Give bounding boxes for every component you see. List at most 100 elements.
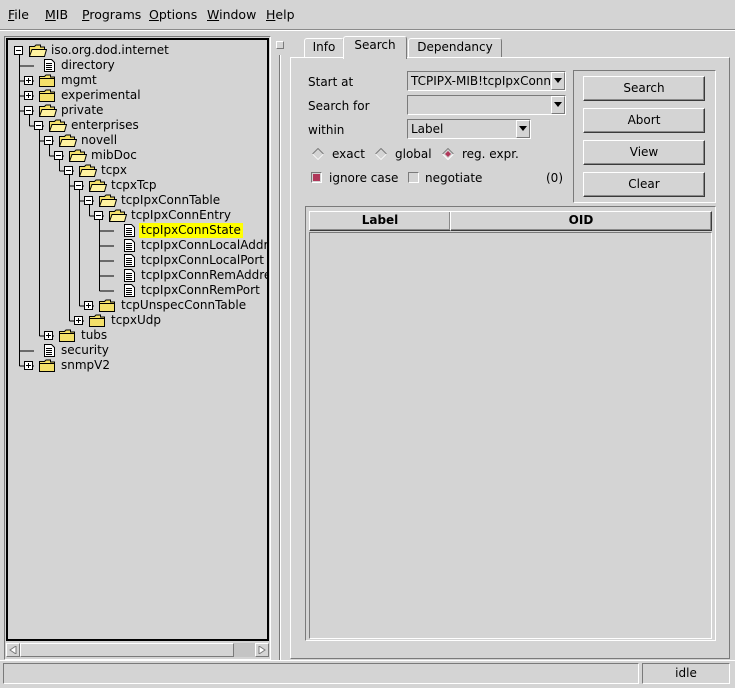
expand-plus-icon[interactable] bbox=[24, 76, 33, 85]
folder-icon bbox=[99, 299, 117, 312]
column-header-oid[interactable]: OID bbox=[450, 211, 712, 231]
tree-node-label[interactable]: experimental bbox=[59, 88, 143, 103]
tree-node-label[interactable]: tcpxUdp bbox=[109, 313, 163, 328]
tree-node-label[interactable]: tubs bbox=[79, 328, 109, 343]
collapse-minus-icon[interactable] bbox=[94, 211, 103, 220]
tree-node-label[interactable]: tcpx bbox=[99, 163, 129, 178]
splitter-divider[interactable] bbox=[279, 55, 281, 660]
collapse-minus-icon[interactable] bbox=[74, 181, 83, 190]
tree-node-label[interactable]: tcpIpxConnLocalPort bbox=[139, 253, 266, 268]
menu-bar: File MIB Programs Options Window Help bbox=[0, 0, 735, 30]
radio-global-icon[interactable] bbox=[375, 148, 387, 160]
clear-button[interactable]: Clear bbox=[583, 172, 705, 197]
menu-options[interactable]: Options bbox=[149, 7, 197, 22]
menu-programs[interactable]: Programs bbox=[82, 7, 141, 22]
document-icon bbox=[44, 59, 55, 72]
tree-node-label[interactable]: novell bbox=[79, 133, 119, 148]
document-icon bbox=[124, 254, 135, 267]
expand-plus-icon[interactable] bbox=[74, 316, 83, 325]
expand-plus-icon[interactable] bbox=[24, 361, 33, 370]
folder-open-icon bbox=[38, 104, 58, 117]
ignore-case-checkbox[interactable] bbox=[311, 172, 322, 183]
tree-node-label[interactable]: tcpIpxConnRemPort bbox=[139, 283, 262, 298]
tab-dependancy[interactable]: Dependancy bbox=[408, 38, 502, 58]
scroll-left-arrow-icon[interactable] bbox=[6, 643, 20, 657]
negotiate-checkbox[interactable] bbox=[408, 172, 419, 183]
radio-regexp-label[interactable]: reg. expr. bbox=[462, 147, 519, 161]
menu-help[interactable]: Help bbox=[266, 7, 295, 22]
tree-node-label[interactable]: tcpIpxConnState bbox=[139, 223, 243, 238]
expand-plus-icon[interactable] bbox=[84, 301, 93, 310]
status-message-area bbox=[3, 663, 639, 684]
tree-node-label[interactable]: tcpUnspecConnTable bbox=[119, 298, 248, 313]
mib-tree-view[interactable]: iso.org.dod.internet directory mgmt expe… bbox=[6, 38, 269, 641]
collapse-minus-icon[interactable] bbox=[14, 46, 23, 55]
tree-node-label[interactable]: tcpxTcp bbox=[109, 178, 159, 193]
menu-mib[interactable]: MIB bbox=[45, 7, 68, 22]
mib-tree-panel: iso.org.dod.internet directory mgmt expe… bbox=[4, 36, 271, 660]
tree-node-label[interactable]: enterprises bbox=[69, 118, 141, 133]
folder-open-icon bbox=[28, 44, 48, 57]
document-icon bbox=[124, 239, 135, 252]
ignore-case-label[interactable]: ignore case bbox=[329, 171, 398, 185]
tree-node-label[interactable]: directory bbox=[59, 58, 117, 73]
tree-node-label[interactable]: snmpV2 bbox=[59, 358, 112, 373]
view-button[interactable]: View bbox=[583, 140, 705, 165]
column-header-label[interactable]: Label bbox=[309, 211, 451, 231]
negotiate-label[interactable]: negotiate bbox=[425, 171, 482, 185]
collapse-minus-icon[interactable] bbox=[34, 121, 43, 130]
collapse-minus-icon[interactable] bbox=[44, 136, 53, 145]
dropdown-arrow-icon[interactable] bbox=[516, 120, 530, 138]
tree-node-label[interactable]: private bbox=[59, 103, 105, 118]
horizontal-scrollbar[interactable] bbox=[6, 643, 269, 657]
tree-node-label[interactable]: tcpIpxConnRemAddre bbox=[139, 268, 267, 283]
folder-open-icon bbox=[98, 194, 118, 207]
collapse-minus-icon[interactable] bbox=[54, 151, 63, 160]
tree-node-label[interactable]: security bbox=[59, 343, 111, 358]
expand-plus-icon[interactable] bbox=[44, 331, 53, 340]
tree-node-label[interactable]: tcpIpxConnEntry bbox=[129, 208, 233, 223]
collapse-minus-icon[interactable] bbox=[84, 196, 93, 205]
menu-window[interactable]: Window bbox=[207, 7, 256, 22]
search-button[interactable]: Search bbox=[583, 76, 705, 101]
folder-open-icon bbox=[88, 179, 108, 192]
abort-button[interactable]: Abort bbox=[583, 108, 705, 133]
expand-plus-icon[interactable] bbox=[24, 91, 33, 100]
dropdown-arrow-icon[interactable] bbox=[551, 72, 565, 90]
tree-node-label[interactable]: tcpIpxConnTable bbox=[119, 193, 222, 208]
tree-node-label[interactable]: tcpIpxConnLocalAddre bbox=[139, 238, 267, 253]
folder-open-icon bbox=[68, 149, 88, 162]
within-label: within bbox=[308, 123, 345, 137]
tab-search[interactable]: Search bbox=[343, 36, 407, 59]
folder-open-icon bbox=[48, 119, 68, 132]
search-for-combo[interactable] bbox=[407, 95, 566, 115]
status-bar: idle bbox=[0, 660, 735, 688]
document-icon bbox=[44, 344, 55, 357]
within-value: Label bbox=[411, 122, 444, 136]
tab-info[interactable]: Info bbox=[304, 38, 344, 58]
results-list[interactable] bbox=[309, 232, 712, 639]
folder-icon bbox=[89, 314, 107, 327]
radio-exact-icon[interactable] bbox=[312, 148, 324, 160]
radio-global-label[interactable]: global bbox=[395, 147, 432, 161]
tree-node-label[interactable]: mibDoc bbox=[89, 148, 139, 163]
splitter-handle[interactable] bbox=[276, 41, 284, 49]
start-at-label: Start at bbox=[308, 75, 354, 89]
document-icon bbox=[124, 269, 135, 282]
menu-file[interactable]: File bbox=[8, 7, 29, 22]
radio-regexp-icon[interactable] bbox=[442, 148, 454, 160]
within-select[interactable]: Label bbox=[407, 119, 531, 139]
start-at-combo[interactable]: TCPIPX-MIB!tcpIpxConn bbox=[407, 71, 566, 91]
status-text: idle bbox=[642, 663, 730, 684]
radio-exact-label[interactable]: exact bbox=[332, 147, 365, 161]
tree-node-label[interactable]: mgmt bbox=[59, 73, 99, 88]
tree-node-label[interactable]: iso.org.dod.internet bbox=[49, 43, 171, 58]
folder-icon bbox=[39, 359, 57, 372]
collapse-minus-icon[interactable] bbox=[64, 166, 73, 175]
scroll-thumb[interactable] bbox=[20, 643, 234, 657]
scroll-right-arrow-icon[interactable] bbox=[255, 643, 269, 657]
folder-icon bbox=[39, 89, 57, 102]
collapse-minus-icon[interactable] bbox=[24, 106, 33, 115]
folder-open-icon bbox=[58, 134, 78, 147]
dropdown-arrow-icon[interactable] bbox=[551, 96, 565, 114]
